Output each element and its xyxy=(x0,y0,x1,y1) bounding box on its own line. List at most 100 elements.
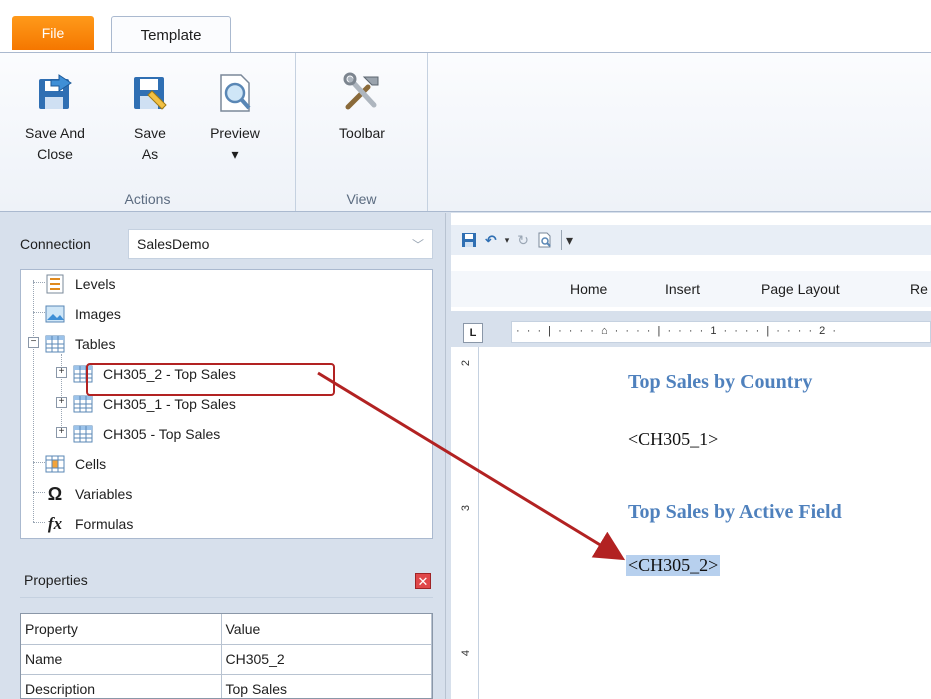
save-as-label-2: As xyxy=(141,146,159,162)
expand-icon[interactable]: + xyxy=(56,427,67,438)
tree-item-tables[interactable]: Tables xyxy=(45,332,115,356)
toolbar-label: Toolbar xyxy=(339,125,385,141)
tree-label-table: CH305 - Top Sales xyxy=(103,426,221,442)
tab-review[interactable]: Re xyxy=(910,281,928,297)
heading-top-sales-country: Top Sales by Country xyxy=(628,371,813,393)
cell-icon xyxy=(45,454,65,474)
tree-label-tables: Tables xyxy=(75,336,116,352)
actions-group-label: Actions xyxy=(124,191,171,207)
chevron-down-icon[interactable]: ﹀ xyxy=(412,236,424,253)
customize-qat-icon[interactable]: ▾ xyxy=(561,230,573,250)
tree-label-formulas: Formulas xyxy=(75,516,134,532)
tab-insert[interactable]: Insert xyxy=(665,281,700,297)
highlight-box xyxy=(86,363,335,396)
quick-access-toolbar: ↶ ▾ ↻ ▾ xyxy=(451,225,931,255)
tree-line xyxy=(33,282,45,283)
print-preview-icon[interactable] xyxy=(537,230,553,250)
view-group: Toolbar View xyxy=(296,53,428,211)
table-icon xyxy=(73,394,93,414)
view-group-label: View xyxy=(346,191,377,207)
field-placeholder[interactable]: <CH305_1> xyxy=(628,429,718,450)
tree-label-cells: Cells xyxy=(75,456,107,472)
property-value[interactable]: Top Sales xyxy=(221,674,432,698)
chevron-down-icon[interactable]: ▾ xyxy=(505,230,510,250)
fx-icon: fx xyxy=(47,514,63,533)
table-header-row: Property Value xyxy=(21,614,432,645)
tree-label-table: CH305_1 - Top Sales xyxy=(103,396,236,412)
table-icon xyxy=(73,424,93,444)
tree-line xyxy=(33,462,45,463)
property-name: Name xyxy=(21,644,222,675)
selected-field-placeholder[interactable]: <CH305_2> xyxy=(626,555,721,576)
heading-top-sales-active-field: Top Sales by Active Field xyxy=(628,501,842,523)
vertical-ruler: 2 3 4 xyxy=(457,347,479,699)
tab-file[interactable]: File xyxy=(12,16,94,50)
property-name: Description xyxy=(21,674,222,698)
properties-table: Property Value Name CH305_2 Description … xyxy=(20,613,433,699)
table-icon xyxy=(45,334,65,354)
ribbon-tab-bar: File Template xyxy=(0,0,931,53)
tree-item-cells[interactable]: Cells xyxy=(45,452,106,476)
connection-select[interactable]: SalesDemo ﹀ xyxy=(128,229,433,259)
tree-item-images[interactable]: Images xyxy=(45,302,121,326)
save-icon[interactable] xyxy=(461,230,477,250)
tree-line xyxy=(33,280,34,522)
save-as-label-1: Save xyxy=(134,125,166,141)
document-page[interactable]: Top Sales by Country <CH305_1> Top Sales… xyxy=(485,347,931,699)
tab-stop-selector[interactable]: L xyxy=(463,323,483,343)
preview-icon xyxy=(220,74,251,112)
toolbar-button[interactable]: Toolbar xyxy=(327,71,397,144)
properties-header: Properties ✕ xyxy=(20,562,433,598)
tree-line xyxy=(33,522,45,523)
tab-home[interactable]: Home xyxy=(570,281,607,297)
save-close-label-1: Save And xyxy=(25,125,85,141)
document-tabs: Home Insert Page Layout Re xyxy=(451,271,931,307)
properties-title: Properties xyxy=(24,572,88,588)
table-row[interactable]: Description Top Sales xyxy=(21,674,432,698)
save-close-icon xyxy=(39,74,72,109)
data-tree: Levels Images − Tables + CH305_2 - Top S… xyxy=(20,269,433,539)
redo-icon[interactable]: ↻ xyxy=(517,230,529,250)
close-icon[interactable]: ✕ xyxy=(415,573,431,589)
column-header: Value xyxy=(221,614,432,645)
expand-icon[interactable]: + xyxy=(56,367,67,378)
ruler-number: 2 xyxy=(460,359,473,367)
save-and-close-button[interactable]: Save And Close xyxy=(20,71,90,165)
undo-icon[interactable]: ↶ xyxy=(485,230,497,250)
levels-icon xyxy=(45,274,65,294)
tree-line xyxy=(33,312,45,313)
ruler-number: 4 xyxy=(460,649,473,657)
tab-template[interactable]: Template xyxy=(111,16,231,53)
save-as-button[interactable]: Save As xyxy=(120,71,180,165)
preview-button[interactable]: Preview ▾ xyxy=(200,71,270,165)
preview-label: Preview xyxy=(210,125,260,141)
horizontal-ruler[interactable]: · · · | · · · · ⌂ · · · · | · · · · 1 · … xyxy=(511,321,931,343)
tree-label-images: Images xyxy=(75,306,121,322)
left-panel: Connection SalesDemo ﹀ Levels Images − T… xyxy=(0,213,445,699)
save-close-label-2: Close xyxy=(37,146,73,162)
tree-item-levels[interactable]: Levels xyxy=(45,272,115,296)
tree-item-table[interactable]: CH305 - Top Sales xyxy=(73,422,220,446)
save-as-icon xyxy=(134,77,167,110)
column-header: Property xyxy=(21,614,222,645)
property-value[interactable]: CH305_2 xyxy=(221,644,432,675)
actions-group: Save And Close Save As Preview ▾ Actions xyxy=(0,53,296,211)
tab-page-layout[interactable]: Page Layout xyxy=(761,281,840,297)
tree-label-levels: Levels xyxy=(75,276,116,292)
collapse-icon[interactable]: − xyxy=(28,337,39,348)
tree-label-variables: Variables xyxy=(75,486,133,502)
tree-item-formulas[interactable]: fx Formulas xyxy=(45,512,133,536)
omega-icon: Ω xyxy=(47,483,63,504)
horizontal-ruler-area: L · · · | · · · · ⌂ · · · · | · · · · 1 … xyxy=(451,311,931,347)
tools-icon xyxy=(343,72,379,110)
tree-item-variables[interactable]: Ω Variables xyxy=(45,482,133,506)
table-row[interactable]: Name CH305_2 xyxy=(21,644,432,675)
ruler-number: 3 xyxy=(460,504,473,512)
tree-line xyxy=(33,492,45,493)
ribbon: Save And Close Save As Preview ▾ Actions xyxy=(0,52,931,212)
image-icon xyxy=(45,304,65,324)
expand-icon[interactable]: + xyxy=(56,397,67,408)
preview-dropdown-arrow[interactable]: ▾ xyxy=(231,146,238,162)
document-editor: ↶ ▾ ↻ ▾ Home Insert Page Layout Re L · ·… xyxy=(451,213,931,699)
connection-value: SalesDemo xyxy=(137,236,210,252)
